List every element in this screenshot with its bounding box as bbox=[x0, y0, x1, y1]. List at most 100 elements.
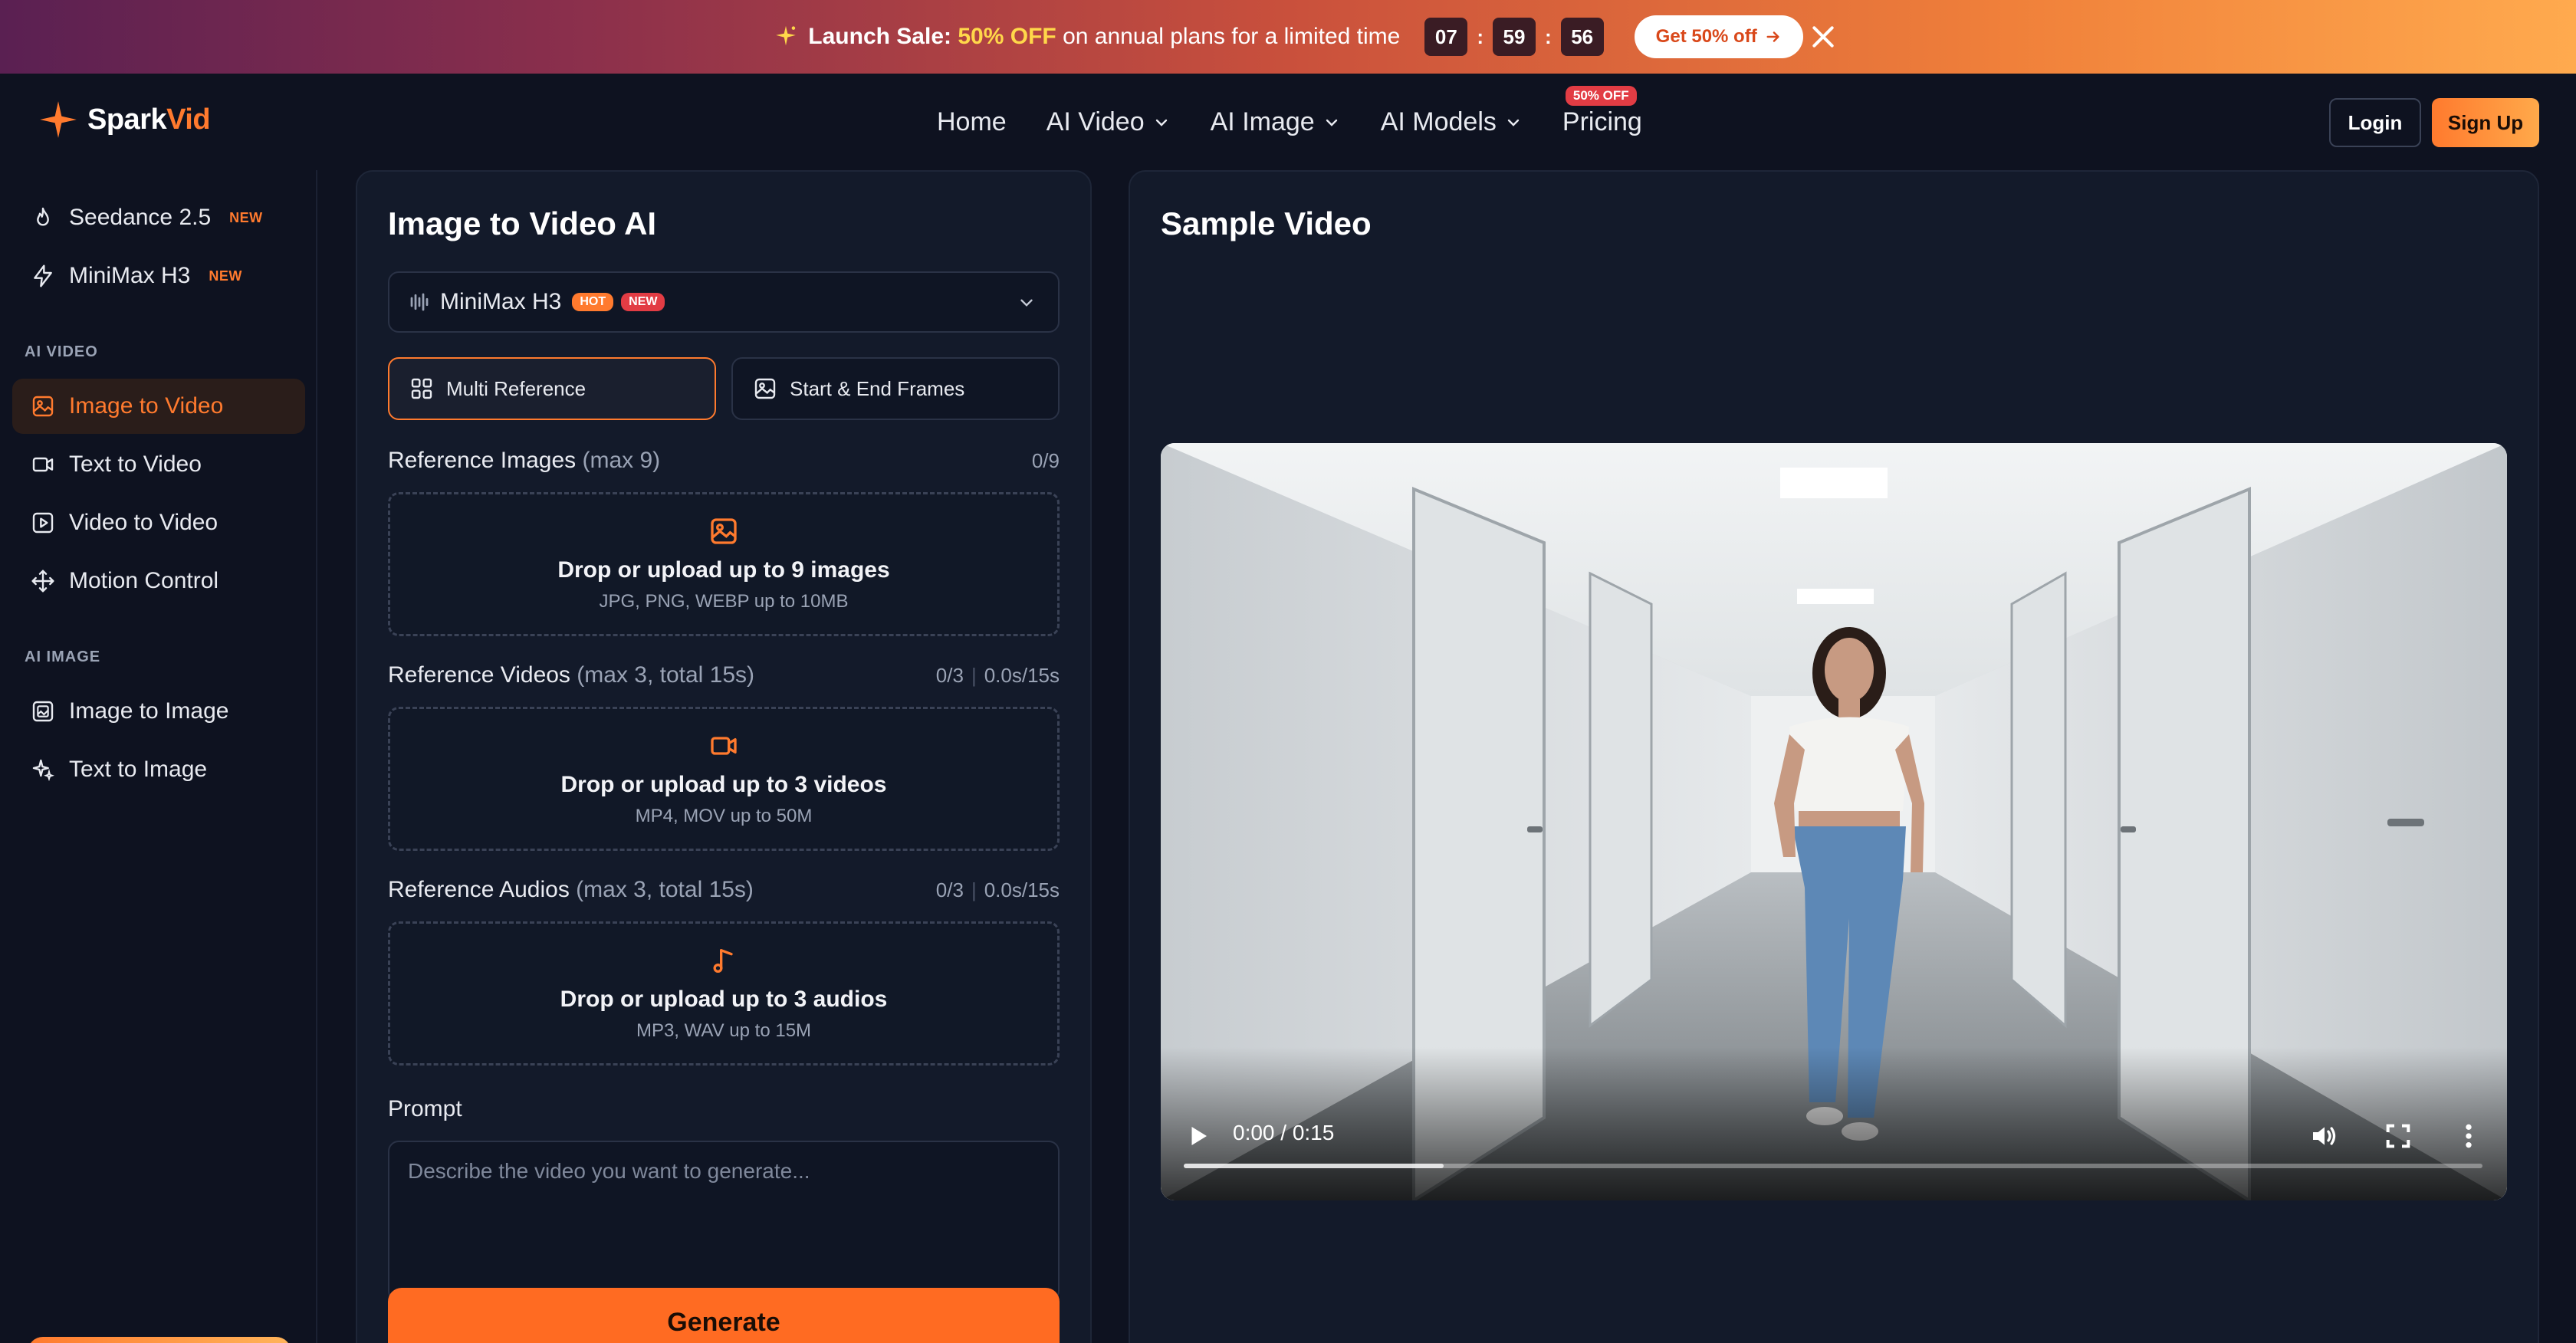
sample-video-player[interactable]: 0:00 / 0:15 bbox=[1161, 443, 2507, 1200]
nav-ai-image[interactable]: AI Image bbox=[1211, 107, 1341, 137]
dropzone-subtitle: MP4, MOV up to 50M bbox=[635, 806, 813, 826]
section-limit: (max 3, total 15s) bbox=[577, 662, 755, 688]
promo-banner: Launch Sale: 50% OFF on annual plans for… bbox=[0, 0, 2576, 74]
generate-button[interactable]: Generate bbox=[388, 1288, 1060, 1343]
new-badge: NEW bbox=[621, 293, 665, 311]
sidebar-item-label: Seedance 2.5 bbox=[69, 205, 212, 230]
play-icon[interactable] bbox=[1184, 1122, 1211, 1150]
prompt-label: Prompt bbox=[388, 1096, 462, 1121]
image-dropzone[interactable]: Drop or upload up to 9 images JPG, PNG, … bbox=[388, 492, 1060, 636]
countdown-seconds: 56 bbox=[1560, 18, 1604, 56]
image-video-icon bbox=[32, 396, 54, 417]
volume-icon[interactable] bbox=[2309, 1121, 2340, 1151]
sidebar-item-label: Image to Video bbox=[69, 393, 224, 419]
section-title: Reference Audios bbox=[388, 877, 570, 902]
dropzone-title: Drop or upload up to 9 images bbox=[557, 557, 890, 583]
mode-start-end-frames[interactable]: Start & End Frames bbox=[731, 357, 1060, 420]
sidebar-item-label: Text to Image bbox=[69, 757, 208, 782]
generator-panel: Image to Video AI MiniMax H3 HOT NEW Mul… bbox=[356, 170, 1092, 1343]
ai-video-heading: AI VIDEO bbox=[25, 343, 98, 360]
brand-name-b: Vid bbox=[166, 103, 211, 136]
brand-name: SparkVid bbox=[87, 103, 211, 136]
video-dropzone[interactable]: Drop or upload up to 3 videos MP4, MOV u… bbox=[388, 707, 1060, 851]
nav-ai-models-label: AI Models bbox=[1380, 107, 1497, 136]
close-icon[interactable] bbox=[1808, 21, 1838, 52]
sidebar-item-text-to-video[interactable]: Text to Video bbox=[12, 437, 305, 492]
pricing-discount-badge: 50% OFF bbox=[1565, 86, 1637, 106]
sidebar: Seedance 2.5 NEW MiniMax H3 NEW AI VIDEO… bbox=[0, 170, 317, 1343]
reference-videos-duration: 0.0s/15s bbox=[984, 663, 1060, 687]
minimax-logo-icon bbox=[410, 293, 429, 311]
video-progress-bar[interactable] bbox=[1184, 1164, 2482, 1168]
reference-images-header: Reference Images (max 9) 0/9 bbox=[388, 448, 1060, 474]
prompt-input[interactable] bbox=[388, 1141, 1060, 1302]
reference-audios-meta: 0/3 | 0.0s/15s bbox=[936, 878, 1060, 902]
camera-icon bbox=[32, 457, 54, 472]
video-time: 0:00 / 0:15 bbox=[1233, 1121, 1335, 1144]
section-title: Reference Images bbox=[388, 448, 577, 473]
mode-label: Multi Reference bbox=[446, 376, 586, 400]
reference-videos-header: Reference Videos (max 3, total 15s) 0/3 |… bbox=[388, 662, 1060, 688]
chevron-down-icon bbox=[1507, 119, 1520, 126]
chevron-down-icon bbox=[1020, 299, 1033, 307]
reference-videos-count: 0/3 bbox=[935, 663, 964, 687]
banner-highlight: 50% OFF bbox=[958, 24, 1056, 49]
video-controls-shade bbox=[1161, 1047, 2507, 1200]
sidebar-item-image-to-video[interactable]: Image to Video bbox=[12, 379, 305, 434]
mode-label: Start & End Frames bbox=[790, 376, 965, 400]
reference-images-count: 0/9 bbox=[1031, 448, 1060, 472]
sidebar-item-label: Image to Image bbox=[69, 698, 229, 724]
sidebar-item-text-to-image[interactable]: Text to Image bbox=[12, 742, 305, 797]
countdown-separator: : bbox=[1477, 25, 1484, 48]
nav-ai-video[interactable]: AI Video bbox=[1046, 107, 1171, 137]
countdown-separator: : bbox=[1545, 25, 1552, 48]
countdown-timer: 07 : 59 : 56 bbox=[1424, 18, 1604, 56]
countdown-minutes: 59 bbox=[1493, 18, 1536, 56]
sparkle-icon bbox=[776, 25, 797, 46]
sidebar-item-label: Motion Control bbox=[69, 568, 219, 593]
meta-divider: | bbox=[971, 878, 977, 901]
model-select[interactable]: MiniMax H3 HOT NEW bbox=[388, 271, 1060, 333]
reference-audios-label: Reference Audios (max 3, total 15s) bbox=[388, 877, 754, 903]
get-discount-button[interactable]: Get 50% off bbox=[1634, 15, 1803, 58]
brand-name-a: Spark bbox=[87, 103, 167, 136]
dropzone-title: Drop or upload up to 3 videos bbox=[560, 772, 887, 797]
nav-ai-models[interactable]: AI Models bbox=[1381, 107, 1523, 137]
signup-button[interactable]: Sign Up bbox=[2432, 98, 2539, 147]
sidebar-item-motion-control[interactable]: Motion Control bbox=[12, 553, 305, 609]
dropzone-subtitle: MP3, WAV up to 15M bbox=[636, 1020, 812, 1041]
grid-icon bbox=[411, 378, 432, 399]
audio-dropzone[interactable]: Drop or upload up to 3 audios MP3, WAV u… bbox=[388, 921, 1060, 1066]
images-icon bbox=[32, 701, 54, 722]
reference-videos-meta: 0/3 | 0.0s/15s bbox=[936, 664, 1060, 688]
mode-multi-reference[interactable]: Multi Reference bbox=[388, 357, 716, 420]
reference-audios-header: Reference Audios (max 3, total 15s) 0/3 |… bbox=[388, 877, 1060, 903]
brand-logo[interactable]: SparkVid bbox=[38, 100, 211, 140]
reference-audios-count: 0/3 bbox=[935, 878, 964, 901]
sidebar-item-image-to-image[interactable]: Image to Image bbox=[12, 684, 305, 739]
page-title: Image to Video AI bbox=[388, 205, 657, 241]
video-buffer-fill bbox=[1184, 1164, 1444, 1168]
sparkles-icon bbox=[32, 759, 54, 782]
sample-panel: Sample Video 0:00 / 0:15 bbox=[1129, 170, 2539, 1343]
more-options-icon[interactable] bbox=[2453, 1121, 2484, 1151]
sidebar-upgrade-card[interactable] bbox=[28, 1337, 291, 1343]
get-discount-label: Get 50% off bbox=[1655, 26, 1757, 47]
sidebar-item-seedance[interactable]: Seedance 2.5 NEW bbox=[12, 190, 305, 245]
main-menu: Home AI Video AI Image AI Models 50% OFF… bbox=[937, 86, 1682, 137]
section-limit: (max 3, total 15s) bbox=[576, 877, 754, 902]
section-title: Reference Videos bbox=[388, 662, 570, 688]
hot-badge: HOT bbox=[572, 293, 614, 311]
top-navigation: SparkVid Home AI Video AI Image AI Model… bbox=[0, 74, 2576, 170]
nav-home[interactable]: Home bbox=[937, 107, 1007, 137]
new-badge: NEW bbox=[209, 268, 242, 284]
sidebar-item-video-to-video[interactable]: Video to Video bbox=[12, 495, 305, 550]
fullscreen-icon[interactable] bbox=[2383, 1121, 2413, 1151]
ai-image-heading: AI IMAGE bbox=[25, 649, 101, 665]
dropzone-title: Drop or upload up to 3 audios bbox=[560, 987, 888, 1012]
login-button[interactable]: Login bbox=[2329, 98, 2421, 147]
play-square-icon bbox=[32, 512, 54, 534]
banner-prefix: Launch Sale: bbox=[808, 24, 952, 49]
nav-pricing[interactable]: 50% OFF Pricing bbox=[1562, 86, 1642, 137]
sidebar-item-minimax[interactable]: MiniMax H3 NEW bbox=[12, 248, 305, 304]
